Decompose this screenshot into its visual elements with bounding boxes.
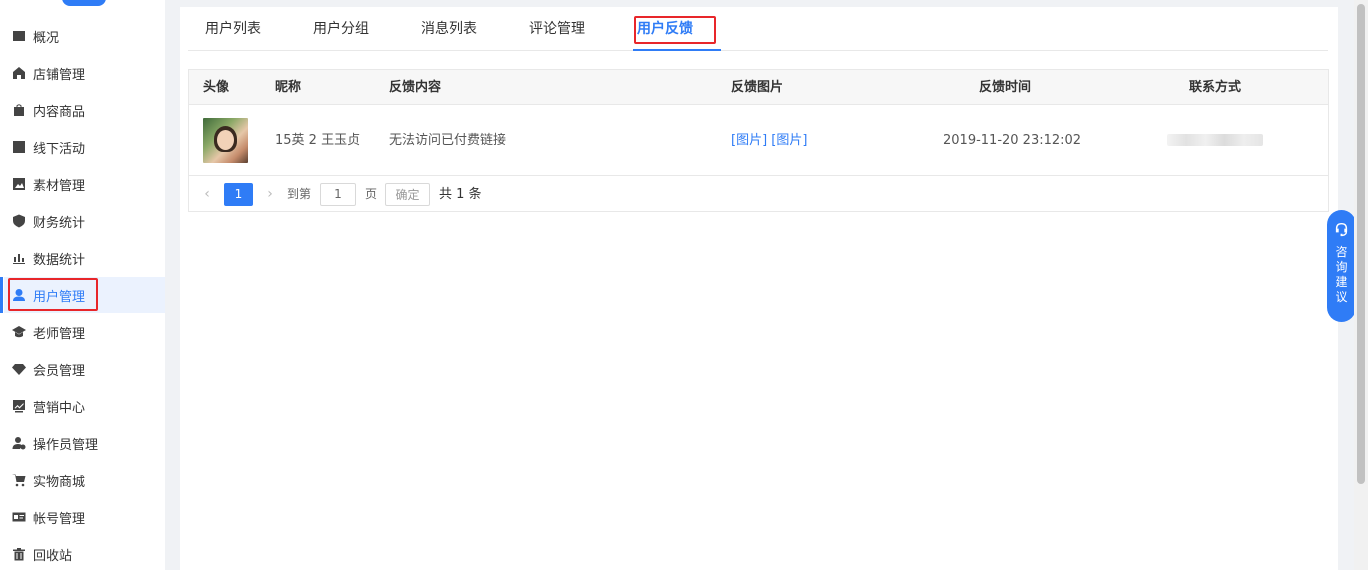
page-scrollbar[interactable]	[1354, 0, 1368, 570]
sidebar-top-button[interactable]	[62, 0, 106, 6]
avatar	[203, 118, 248, 163]
consult-suggest-button[interactable]: 咨 询 建 议	[1327, 210, 1356, 322]
column-header-images: 反馈图片	[731, 80, 784, 95]
id-card-icon	[12, 510, 26, 524]
sidebar-item-label: 回收站	[33, 548, 73, 564]
operator-icon	[12, 436, 26, 450]
sidebar-item-offline-activity[interactable]: 线下活动	[4, 129, 165, 165]
sidebar-item-overview[interactable]: 概况	[4, 18, 165, 54]
headset-icon	[1335, 222, 1348, 237]
page-unit-label: 页	[365, 187, 378, 201]
goto-label: 到第	[287, 187, 312, 201]
sidebar-item-store[interactable]: 店铺管理	[4, 55, 165, 91]
goto-page-input[interactable]	[320, 183, 356, 206]
sidebar-item-marketing[interactable]: 营销中心	[4, 388, 165, 424]
sidebar-item-label: 操作员管理	[33, 437, 99, 453]
active-tab-indicator	[633, 49, 721, 51]
tab-comment-management[interactable]: 评论管理	[529, 7, 585, 51]
trend-chart-icon	[12, 399, 26, 413]
trash-icon	[12, 547, 26, 561]
sidebar-item-label: 内容商品	[33, 104, 86, 120]
column-header-time: 反馈时间	[979, 80, 1032, 95]
sidebar-item-label: 营销中心	[33, 400, 86, 416]
sidebar-item-label: 会员管理	[33, 363, 86, 379]
next-page-button[interactable]: ›	[262, 183, 278, 206]
scrollbar-thumb[interactable]	[1357, 4, 1365, 484]
sidebar-item-teacher[interactable]: 老师管理	[4, 314, 165, 350]
tab-user-feedback[interactable]: 用户反馈	[633, 7, 721, 51]
sidebar-item-label: 店铺管理	[33, 67, 86, 83]
feedback-image-link[interactable]: [图片]	[731, 133, 767, 148]
diamond-icon	[12, 362, 26, 376]
cell-contact-blurred	[1167, 134, 1263, 146]
cell-content: 无法访问已付费链接	[389, 133, 507, 148]
image-icon	[12, 177, 26, 191]
cell-time: 2019-11-20 23:12:02	[943, 133, 1082, 148]
highlight-box	[634, 16, 716, 44]
sidebar-item-materials[interactable]: 素材管理	[4, 166, 165, 202]
sidebar-item-operator[interactable]: 操作员管理	[4, 425, 165, 461]
tab-bar: 用户列表 用户分组 消息列表 评论管理 用户反馈	[188, 7, 1328, 51]
sidebar-item-data-stats[interactable]: 数据统计	[4, 240, 165, 276]
dashboard-icon	[12, 29, 26, 43]
sidebar-item-physical-mall[interactable]: 实物商城	[4, 462, 165, 498]
sidebar-item-label: 老师管理	[33, 326, 86, 342]
table-header: 头像 昵称 反馈内容 反馈图片 反馈时间 联系方式	[189, 70, 1328, 105]
column-header-nickname: 昵称	[275, 80, 302, 95]
graduation-cap-icon	[12, 325, 26, 339]
feedback-image-link[interactable]: [图片]	[771, 133, 807, 148]
cart-icon	[12, 473, 26, 487]
flag-icon	[12, 140, 26, 154]
sidebar-item-member[interactable]: 会员管理	[4, 351, 165, 387]
main-panel: 用户列表 用户分组 消息列表 评论管理 用户反馈 头像 昵称 反馈内容 反馈图片…	[180, 7, 1338, 570]
cell-nickname: 15英 2 王玉贞	[275, 133, 361, 148]
total-count: 共 1 条	[439, 187, 482, 202]
sidebar-item-finance[interactable]: 财务统计	[4, 203, 165, 239]
sidebar-item-label: 数据统计	[33, 252, 86, 268]
page-number-current[interactable]: 1	[224, 183, 253, 206]
sidebar-item-label: 帐号管理	[33, 511, 86, 527]
cell-images: [图片] [图片]	[731, 105, 807, 176]
sidebar-item-recycle-bin[interactable]: 回收站	[4, 536, 165, 570]
goto-confirm-button[interactable]: 确定	[385, 183, 430, 206]
column-header-content: 反馈内容	[389, 80, 442, 95]
sidebar-item-account[interactable]: 帐号管理	[4, 499, 165, 535]
sidebar-item-user-management[interactable]: 用户管理	[0, 277, 165, 313]
pagination: ‹ 1 › 到第 页 确定 共 1 条	[189, 176, 1328, 212]
sidebar-item-label: 素材管理	[33, 178, 86, 194]
table-row: 15英 2 王玉贞 无法访问已付费链接 [图片] [图片] 2019-11-20…	[189, 105, 1328, 176]
bar-chart-icon	[12, 251, 26, 265]
sidebar-item-content[interactable]: 内容商品	[4, 92, 165, 128]
sidebar: 概况 店铺管理 内容商品 线下活动 素材管理 财务统计 数据统计 用户管理 老师…	[0, 0, 165, 570]
column-header-contact: 联系方式	[1189, 80, 1242, 95]
highlight-box	[8, 278, 98, 311]
tab-user-group[interactable]: 用户分组	[313, 7, 369, 51]
shield-icon	[12, 214, 26, 228]
tab-message-list[interactable]: 消息列表	[421, 7, 477, 51]
sidebar-item-label: 概况	[33, 30, 60, 46]
tab-user-list[interactable]: 用户列表	[205, 7, 261, 51]
sidebar-item-label: 线下活动	[33, 141, 86, 157]
feedback-table: 头像 昵称 反馈内容 反馈图片 反馈时间 联系方式 15英 2 王玉贞 无法访问…	[188, 69, 1329, 212]
store-icon	[12, 66, 26, 80]
sidebar-item-label: 财务统计	[33, 215, 86, 231]
sidebar-item-label: 实物商城	[33, 474, 86, 490]
bag-icon	[12, 103, 26, 117]
prev-page-button[interactable]: ‹	[199, 183, 215, 206]
column-header-avatar: 头像	[203, 80, 230, 95]
